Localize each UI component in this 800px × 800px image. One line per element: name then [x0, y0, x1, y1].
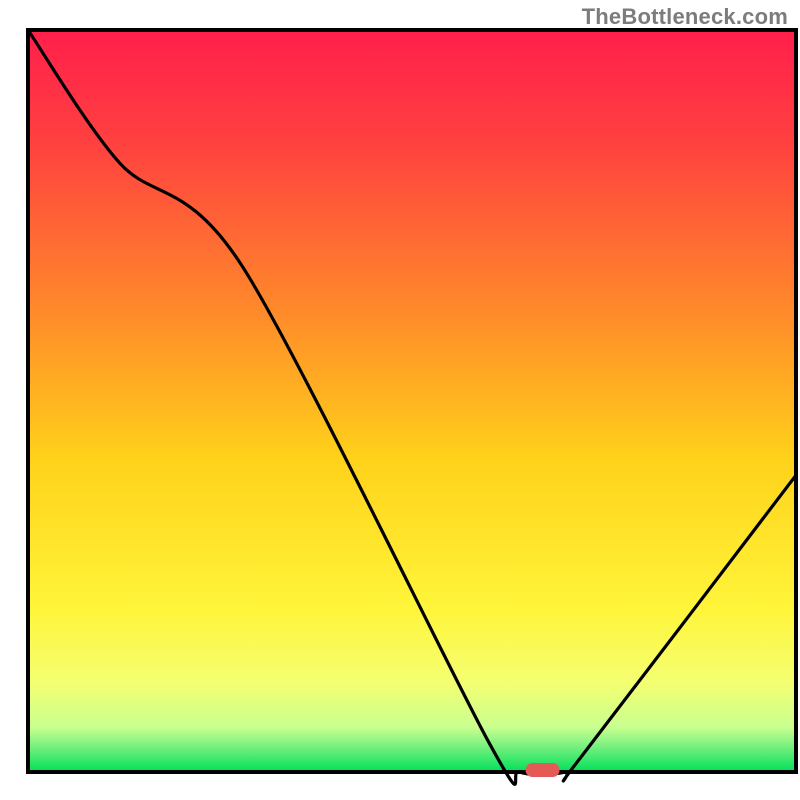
- plot-background: [28, 30, 796, 772]
- bottleneck-chart: [0, 0, 800, 800]
- optimal-marker: [526, 763, 560, 777]
- watermark-text: TheBottleneck.com: [582, 4, 788, 30]
- chart-container: TheBottleneck.com: [0, 0, 800, 800]
- plot-area: [28, 30, 796, 772]
